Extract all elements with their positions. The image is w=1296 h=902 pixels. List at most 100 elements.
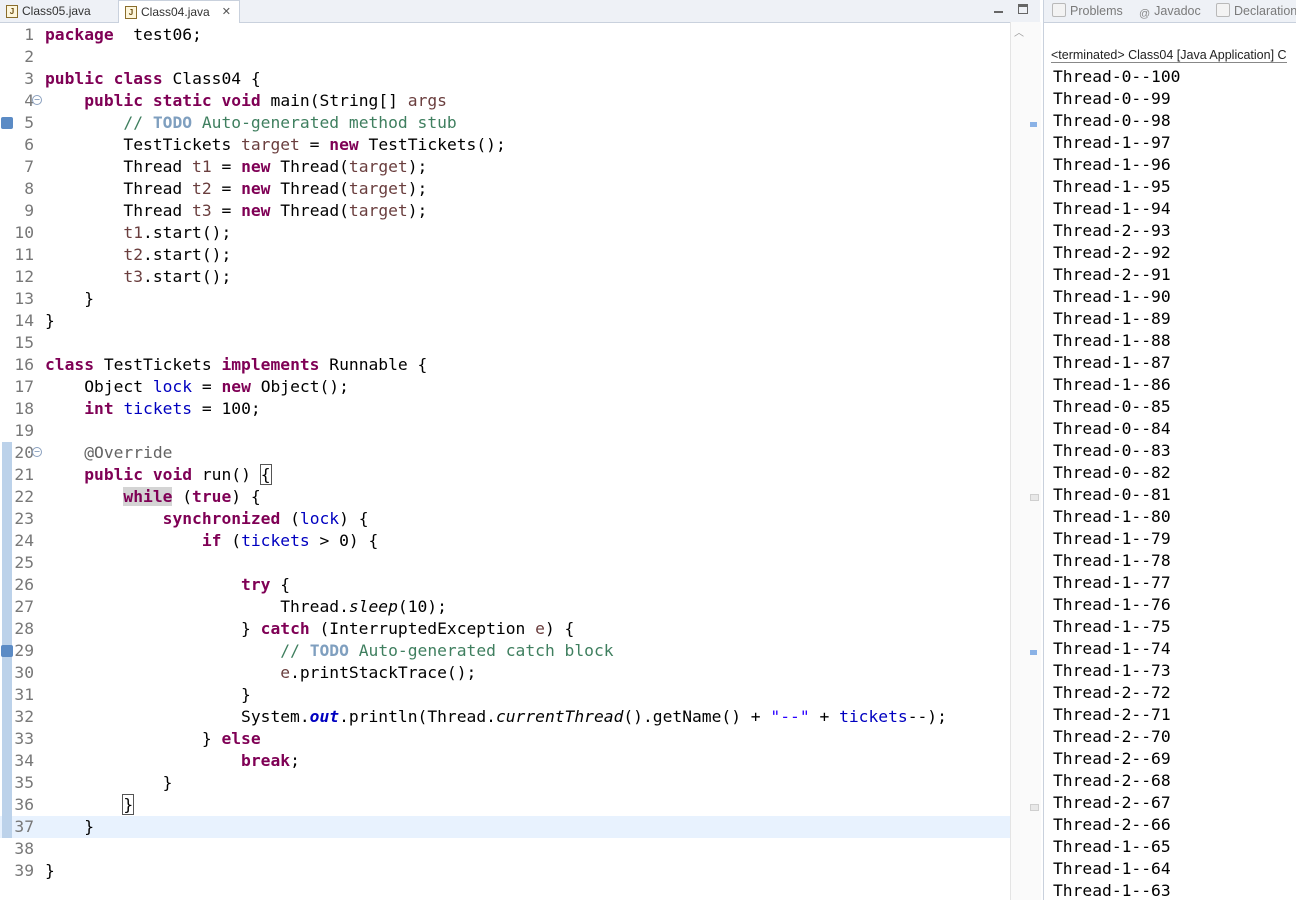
tab-declaration[interactable]: Declaration [1216,0,1296,22]
overview-marker[interactable] [1030,804,1039,811]
code-line[interactable]: 34 break; [0,750,1010,772]
code-line[interactable]: 2 [0,46,1010,68]
code-line[interactable]: 33 } else [0,728,1010,750]
code-line[interactable]: 7 Thread t1 = new Thread(target); [0,156,1010,178]
code-line[interactable]: 29 // TODO Auto-generated catch block [0,640,1010,662]
console-line: Thread-1--94 [1053,199,1171,218]
code-token: Thread( [270,201,349,220]
code-line[interactable]: 22 while (true) { [0,486,1010,508]
code-token: } [45,311,55,330]
line-number: 28 [14,619,34,638]
code-token: static [152,91,212,110]
code-line[interactable]: 24 if (tickets > 0) { [0,530,1010,552]
code-token: Object [45,377,153,396]
code-line[interactable]: 9 Thread t3 = new Thread(target); [0,200,1010,222]
console-line: Thread-2--91 [1053,265,1171,284]
code-token: target [348,157,408,176]
code-line[interactable]: 19 [0,420,1010,442]
code-token: tickets [241,531,310,550]
code-line[interactable]: 28 } catch (InterruptedException e) { [0,618,1010,640]
task-icon[interactable] [1,645,13,657]
code-line[interactable]: 35 } [0,772,1010,794]
code-text: int tickets = 100; [45,398,260,420]
code-line[interactable]: 1 package test06; [0,24,1010,46]
console-line: Thread-0--98 [1053,111,1171,130]
code-line[interactable]: 18 int tickets = 100; [0,398,1010,420]
code-line[interactable]: 5 // TODO Auto-generated method stub [0,112,1010,134]
code-token: } [122,794,135,815]
code-line[interactable]: 11 t2.start(); [0,244,1010,266]
code-line[interactable]: 23 synchronized (lock) { [0,508,1010,530]
code-line[interactable]: 36 } [0,794,1010,816]
line-number: 38 [14,839,34,858]
scroll-up-icon[interactable]: ︿ [1014,24,1024,39]
code-lines[interactable]: 1 package test06; 2 3 public class Class04 {… [0,24,1010,882]
code-token: TestTickets(); [358,135,506,154]
code-text: public void run() { [45,464,272,486]
maximize-button[interactable] [1018,4,1028,14]
code-token: ( [280,509,300,528]
code-line[interactable]: 20− @Override [0,442,1010,464]
code-token: .start(); [143,223,232,242]
fold-toggle-icon[interactable]: − [32,447,42,457]
code-line[interactable]: 8 Thread t2 = new Thread(target); [0,178,1010,200]
code-line[interactable]: 21 public void run() { [0,464,1010,486]
code-line[interactable]: 31 } [0,684,1010,706]
minimize-button[interactable] [994,6,1003,13]
console-output[interactable]: Thread-0--100 Thread-0--99 Thread-0--98 Thr… [1053,66,1296,902]
code-token: Thread [45,201,193,220]
code-line[interactable]: 25 [0,552,1010,574]
code-line[interactable]: 27 Thread.sleep(10); [0,596,1010,618]
code-line[interactable]: 38 [0,838,1010,860]
task-icon[interactable] [1,117,13,129]
code-line[interactable]: 37 } [0,816,1010,838]
code-editor[interactable]: J Class05.java J Class04.java ✕ 1 package… [0,0,1041,900]
overview-ruler[interactable] [1010,22,1041,900]
code-text: } [45,816,94,838]
line-number: 1 [24,25,34,44]
console-tab-bar: Problems @ Javadoc Declaration [1044,0,1296,23]
code-text: System.out.println(Thread.currentThread(… [45,706,947,728]
code-line[interactable]: 26 try { [0,574,1010,596]
fold-toggle-icon[interactable]: − [32,95,42,105]
code-token: true [192,487,232,506]
code-token: ) { [544,619,575,638]
close-icon[interactable]: ✕ [222,1,231,23]
problems-icon [1052,3,1066,17]
code-token: t3 [192,201,212,220]
code-line[interactable]: 39} [0,860,1010,882]
code-line[interactable]: 6 TestTickets target = new TestTickets()… [0,134,1010,156]
code-token: target [348,201,408,220]
task-marker[interactable] [1030,122,1037,127]
tab-javadoc[interactable]: @ Javadoc [1139,0,1201,22]
code-line[interactable]: 4− public static void main(String[] args [0,90,1010,112]
code-line[interactable]: 16 class TestTickets implements Runnable … [0,354,1010,376]
code-line[interactable]: 15 [0,332,1010,354]
tab-problems[interactable]: Problems [1052,0,1123,22]
code-line[interactable]: 10 t1.start(); [0,222,1010,244]
code-line[interactable]: 12 t3.start(); [0,266,1010,288]
code-line[interactable]: 17 Object lock = new Object(); [0,376,1010,398]
code-line[interactable]: 13 } [0,288,1010,310]
tab-class05-java[interactable]: J Class05.java [0,0,114,22]
change-bar [2,464,12,486]
code-line[interactable]: 32 System.out.println(Thread.currentThre… [0,706,1010,728]
code-token: { [259,464,272,485]
console-line: Thread-0--82 [1053,463,1171,482]
code-line[interactable]: 30 e.printStackTrace(); [0,662,1010,684]
code-text: t3.start(); [45,266,231,288]
code-line[interactable]: 14} [0,310,1010,332]
console-line: Thread-2--92 [1053,243,1171,262]
line-number: 15 [14,333,34,352]
code-token: t2 [123,245,144,264]
tab-class04-java[interactable]: J Class04.java ✕ [118,0,240,23]
declaration-icon [1216,3,1230,17]
code-line[interactable]: 3 public class Class04 { [0,68,1010,90]
overview-marker[interactable] [1030,494,1039,501]
task-marker[interactable] [1030,650,1037,655]
